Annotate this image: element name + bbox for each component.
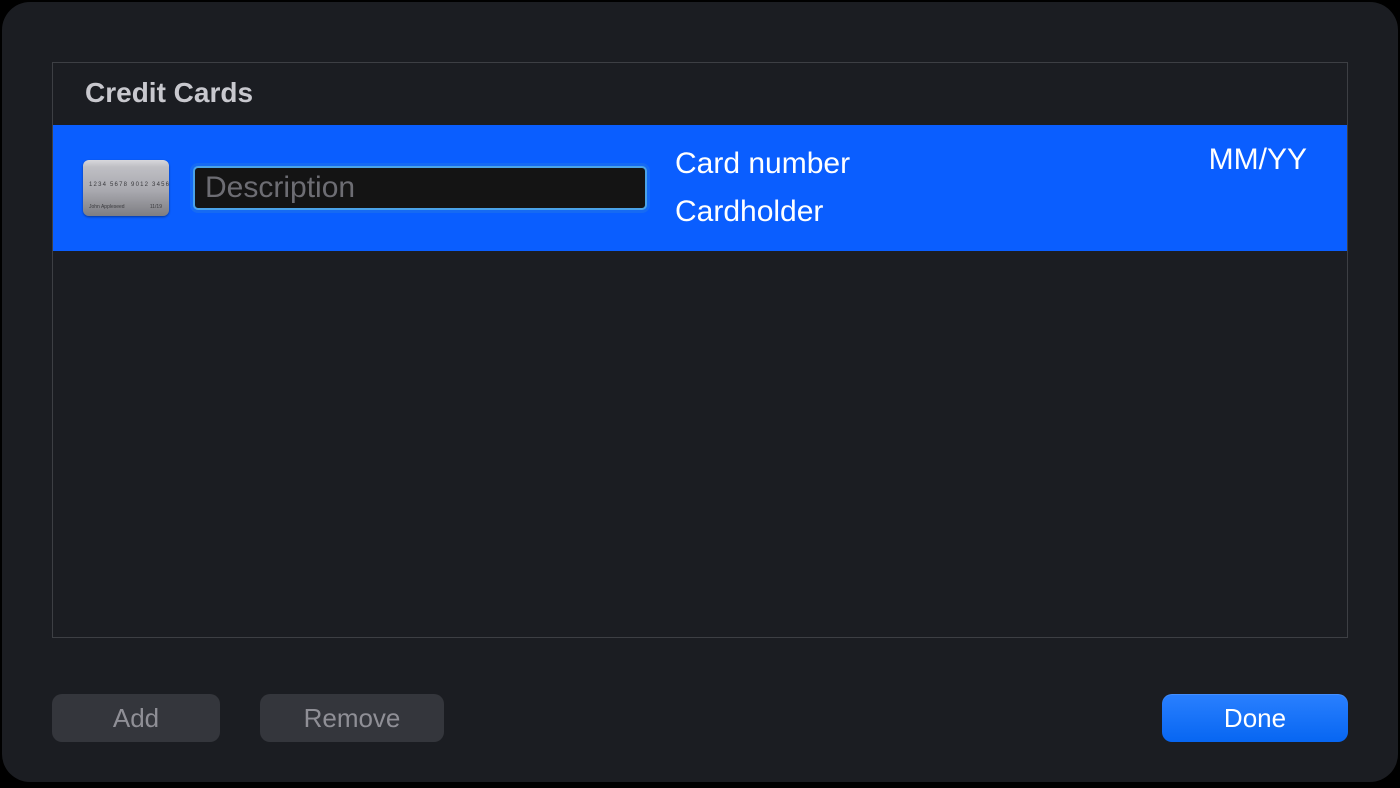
credit-cards-panel: Credit Cards 1234 5678 9012 3456 John Ap… (52, 62, 1348, 638)
panel-title: Credit Cards (85, 77, 1315, 109)
panel-header: Credit Cards (53, 63, 1347, 125)
card-details-column: Card number Cardholder (671, 147, 1185, 229)
panel-empty-area (53, 251, 1347, 637)
card-icon-number: 1234 5678 9012 3456 (89, 182, 170, 188)
description-field-wrap (193, 166, 647, 210)
expiry-label[interactable]: MM/YY (1209, 143, 1317, 177)
credit-cards-window: Credit Cards 1234 5678 9012 3456 John Ap… (2, 2, 1398, 782)
cardholder-label[interactable]: Cardholder (675, 195, 1185, 229)
card-icon-name: John Appleseed (89, 204, 125, 210)
card-icon-exp: 11/19 (150, 204, 162, 210)
done-button[interactable]: Done (1162, 694, 1348, 742)
dialog-footer: Add Remove Done (52, 638, 1348, 742)
card-number-label[interactable]: Card number (675, 147, 1185, 181)
credit-card-icon: 1234 5678 9012 3456 John Appleseed 11/19 (83, 160, 169, 216)
remove-button[interactable]: Remove (260, 694, 444, 742)
credit-card-row[interactable]: 1234 5678 9012 3456 John Appleseed 11/19… (53, 125, 1347, 251)
description-input[interactable] (193, 166, 647, 210)
add-button[interactable]: Add (52, 694, 220, 742)
